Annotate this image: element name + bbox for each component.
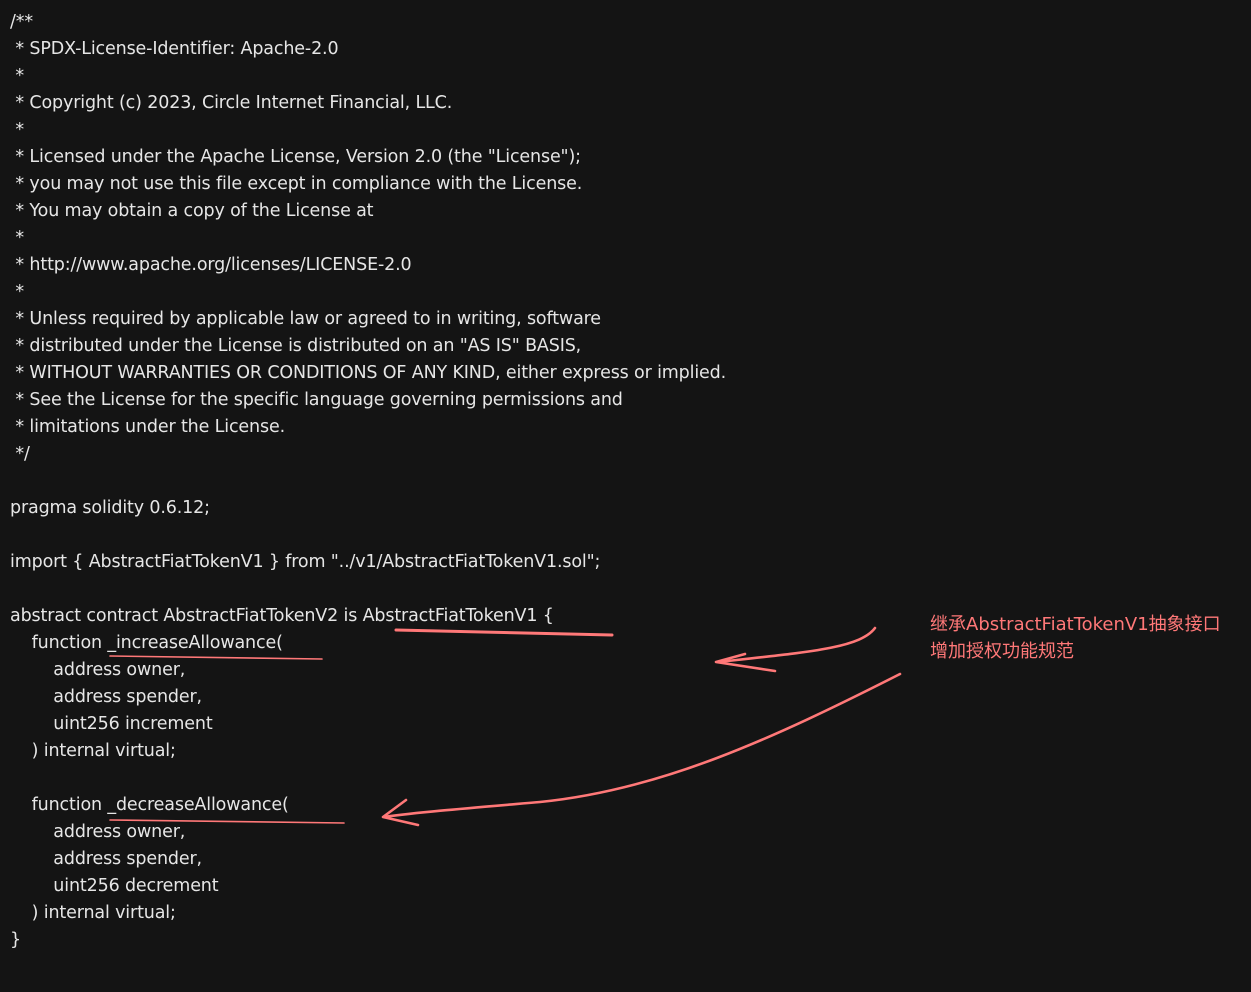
code-line: abstract contract AbstractFiatTokenV2 is… xyxy=(10,606,554,626)
code-line: pragma solidity 0.6.12; xyxy=(10,498,210,518)
code-line: * WITHOUT WARRANTIES OR CONDITIONS OF AN… xyxy=(10,363,727,383)
annotation-line-allowance: 增加授权功能规范 xyxy=(930,641,1074,662)
code-line: address spender, xyxy=(10,849,202,869)
code-line: * SPDX-License-Identifier: Apache-2.0 xyxy=(10,39,339,59)
code-line: ) internal virtual; xyxy=(10,903,176,923)
annotation-line-inheritance: 继承AbstractFiatTokenV1抽象接口 xyxy=(930,614,1221,635)
code-line: function _decreaseAllowance( xyxy=(10,795,289,815)
code-line: function _increaseAllowance( xyxy=(10,633,283,653)
code-line: * See the License for the specific langu… xyxy=(10,390,623,410)
code-line: * distributed under the License is distr… xyxy=(10,336,582,356)
code-line: * Copyright (c) 2023, Circle Internet Fi… xyxy=(10,93,453,113)
arrow-to-abstractfiattokenv1-icon xyxy=(716,626,877,664)
code-line: import { AbstractFiatTokenV1 } from "../… xyxy=(10,552,601,572)
code-line: address owner, xyxy=(10,660,186,680)
code-view: /** * SPDX-License-Identifier: Apache-2.… xyxy=(10,9,726,954)
code-line: /** xyxy=(10,12,33,32)
code-line: * Licensed under the Apache License, Ver… xyxy=(10,147,581,167)
code-line: address owner, xyxy=(10,822,186,842)
code-line: * Unless required by applicable law or a… xyxy=(10,309,601,329)
code-line: ) internal virtual; xyxy=(10,741,176,761)
code-line: * xyxy=(10,228,25,248)
code-line: * xyxy=(10,282,25,302)
code-line: * you may not use this file except in co… xyxy=(10,174,583,194)
code-line: * limitations under the License. xyxy=(10,417,285,437)
code-line: address spender, xyxy=(10,687,202,707)
code-line: uint256 decrement xyxy=(10,876,219,896)
code-line: } xyxy=(10,930,21,950)
code-line: * xyxy=(10,66,25,86)
code-line: * http://www.apache.org/licenses/LICENSE… xyxy=(10,255,412,275)
code-line: uint256 increment xyxy=(10,714,213,734)
code-line: * You may obtain a copy of the License a… xyxy=(10,201,374,221)
annotation-note: 继承AbstractFiatTokenV1抽象接口 增加授权功能规范 xyxy=(930,611,1221,665)
code-line: */ xyxy=(10,444,30,464)
code-line: * xyxy=(10,120,25,140)
